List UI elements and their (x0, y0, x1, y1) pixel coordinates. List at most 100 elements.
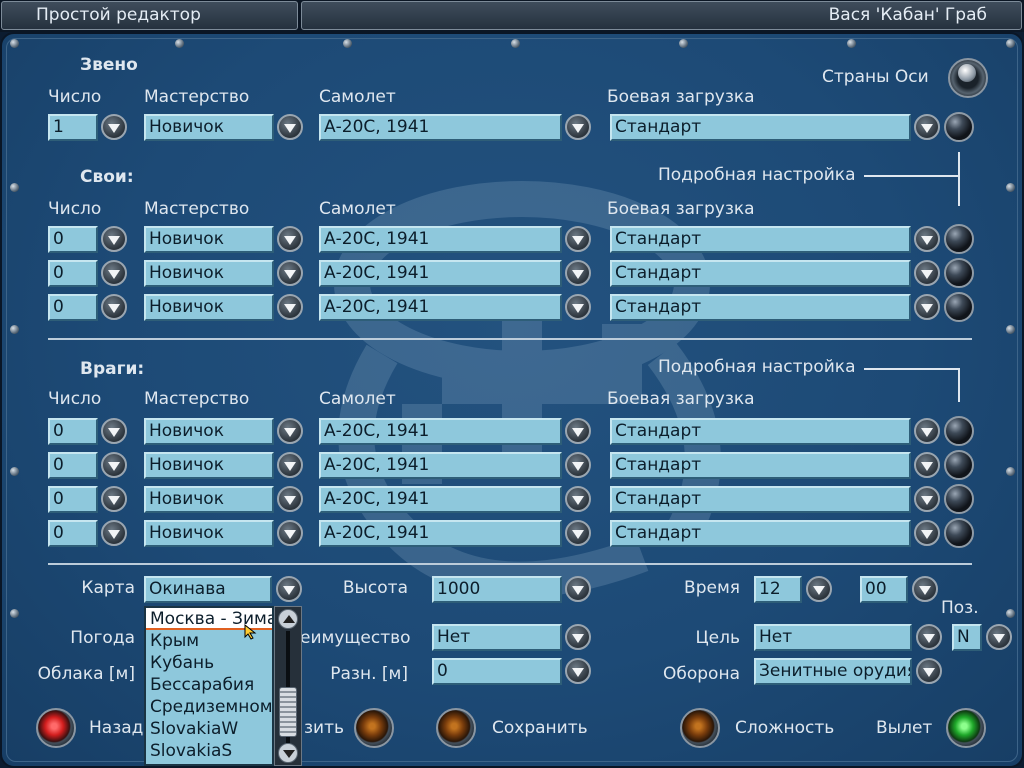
friend-detail-knob[interactable] (944, 224, 974, 254)
dropdown-arrow-icon[interactable] (565, 418, 591, 444)
dropdown-arrow-icon[interactable] (276, 576, 302, 602)
dropdown-arrow-icon[interactable] (914, 452, 940, 478)
enemy-count-field[interactable]: 0 (48, 520, 98, 547)
enemy-skill-field[interactable]: Новичок (144, 418, 274, 445)
enemy-detail-knob[interactable] (944, 450, 974, 480)
friend-count-field[interactable]: 0 (48, 226, 98, 253)
friend-detail-knob[interactable] (944, 292, 974, 322)
dropdown-arrow-icon[interactable] (912, 576, 938, 602)
enemy-plane-field[interactable]: А-20С, 1941 (319, 452, 562, 479)
map-option[interactable]: SlovakiaW (146, 718, 272, 740)
friend-loadout-field[interactable]: Стандарт (610, 260, 911, 287)
diff-field[interactable]: 0 (432, 658, 562, 685)
time-minutes-field[interactable]: 00 (860, 576, 908, 603)
friend-count-field[interactable]: 0 (48, 260, 98, 287)
friend-detail-knob[interactable] (944, 258, 974, 288)
dropdown-arrow-icon[interactable] (565, 520, 591, 546)
friend-loadout-field[interactable]: Стандарт (610, 294, 911, 321)
dropdown-arrow-icon[interactable] (277, 520, 303, 546)
dropdown-arrow-icon[interactable] (101, 418, 127, 444)
dropdown-arrow-icon[interactable] (565, 226, 591, 252)
dropdown-arrow-icon[interactable] (916, 658, 942, 684)
friend-count-field[interactable]: 0 (48, 294, 98, 321)
friend-skill-field[interactable]: Новичок (144, 260, 274, 287)
enemy-count-field[interactable]: 0 (48, 418, 98, 445)
dropdown-arrow-icon[interactable] (101, 486, 127, 512)
enemy-skill-field[interactable]: Новичок (144, 486, 274, 513)
enemy-count-field[interactable]: 0 (48, 452, 98, 479)
altitude-field[interactable]: 1000 (432, 576, 562, 603)
difficulty-button[interactable] (680, 708, 720, 748)
dropdown-arrow-icon[interactable] (277, 486, 303, 512)
enemy-plane-field[interactable]: А-20С, 1941 (319, 520, 562, 547)
dropdown-arrow-icon[interactable] (914, 114, 940, 140)
dropdown-arrow-icon[interactable] (277, 226, 303, 252)
dropdown-arrow-icon[interactable] (277, 114, 303, 140)
dropdown-arrow-icon[interactable] (277, 260, 303, 286)
map-option[interactable]: Средиземном (146, 696, 272, 718)
dropdown-arrow-icon[interactable] (914, 418, 940, 444)
flight-detail-knob[interactable] (944, 112, 974, 142)
enemy-loadout-field[interactable]: Стандарт (610, 452, 911, 479)
scroll-down-icon[interactable] (278, 743, 298, 763)
enemy-plane-field[interactable]: А-20С, 1941 (319, 486, 562, 513)
dropdown-arrow-icon[interactable] (565, 294, 591, 320)
axis-toggle[interactable] (948, 58, 988, 98)
flight-loadout-field[interactable]: Стандарт (610, 114, 911, 141)
dropdown-arrow-icon[interactable] (914, 486, 940, 512)
map-field[interactable]: Окинава (144, 576, 272, 603)
time-hours-field[interactable]: 12 (754, 576, 802, 603)
back-button[interactable] (36, 708, 76, 748)
save-button[interactable] (436, 708, 476, 748)
enemy-count-field[interactable]: 0 (48, 486, 98, 513)
pos-field[interactable]: N (952, 624, 982, 651)
enemy-detail-knob[interactable] (944, 518, 974, 548)
dropdown-arrow-icon[interactable] (101, 520, 127, 546)
dropdown-arrow-icon[interactable] (565, 658, 591, 684)
friend-plane-field[interactable]: А-20С, 1941 (319, 226, 562, 253)
map-dropdown-scrollbar[interactable] (274, 606, 302, 766)
dropdown-arrow-icon[interactable] (565, 624, 591, 650)
map-option[interactable]: SlovakiaS (146, 740, 272, 762)
enemy-loadout-field[interactable]: Стандарт (610, 418, 911, 445)
dropdown-arrow-icon[interactable] (277, 294, 303, 320)
fly-button[interactable] (946, 708, 986, 748)
enemy-skill-field[interactable]: Новичок (144, 452, 274, 479)
friend-skill-field[interactable]: Новичок (144, 294, 274, 321)
dropdown-arrow-icon[interactable] (101, 114, 127, 140)
dropdown-arrow-icon[interactable] (565, 114, 591, 140)
friend-plane-field[interactable]: А-20С, 1941 (319, 260, 562, 287)
target-field[interactable]: Нет (754, 624, 912, 651)
dropdown-arrow-icon[interactable] (101, 452, 127, 478)
friend-plane-field[interactable]: А-20С, 1941 (319, 294, 562, 321)
map-option[interactable]: Кубань (146, 652, 272, 674)
dropdown-arrow-icon[interactable] (101, 294, 127, 320)
enemy-detail-knob[interactable] (944, 416, 974, 446)
enemy-plane-field[interactable]: А-20С, 1941 (319, 418, 562, 445)
defense-field[interactable]: Зенитные орудия (754, 658, 912, 685)
dropdown-arrow-icon[interactable] (565, 452, 591, 478)
flight-skill-field[interactable]: Новичок (144, 114, 274, 141)
enemy-detail-knob[interactable] (944, 484, 974, 514)
scroll-thumb[interactable] (279, 687, 297, 737)
friend-skill-field[interactable]: Новичок (144, 226, 274, 253)
dropdown-arrow-icon[interactable] (101, 260, 127, 286)
dropdown-arrow-icon[interactable] (916, 624, 942, 650)
dropdown-arrow-icon[interactable] (101, 226, 127, 252)
enemy-skill-field[interactable]: Новичок (144, 520, 274, 547)
load-button[interactable] (354, 708, 394, 748)
map-option[interactable]: Бессарабия (146, 674, 272, 696)
dropdown-arrow-icon[interactable] (914, 260, 940, 286)
advantage-field[interactable]: Нет (432, 624, 562, 651)
dropdown-arrow-icon[interactable] (806, 576, 832, 602)
scroll-up-icon[interactable] (278, 609, 298, 629)
dropdown-arrow-icon[interactable] (277, 452, 303, 478)
enemy-loadout-field[interactable]: Стандарт (610, 486, 911, 513)
dropdown-arrow-icon[interactable] (277, 418, 303, 444)
dropdown-arrow-icon[interactable] (565, 576, 591, 602)
flight-count-field[interactable]: 1 (48, 114, 98, 141)
dropdown-arrow-icon[interactable] (914, 226, 940, 252)
dropdown-arrow-icon[interactable] (914, 520, 940, 546)
flight-plane-field[interactable]: А-20С, 1941 (319, 114, 562, 141)
dropdown-arrow-icon[interactable] (565, 260, 591, 286)
